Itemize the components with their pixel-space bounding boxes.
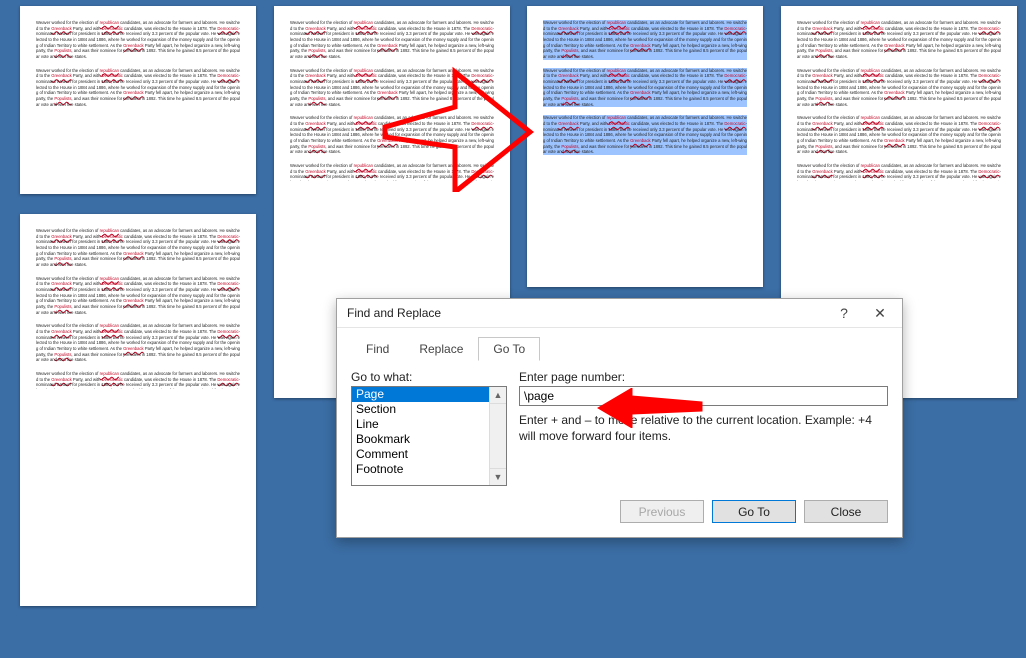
close-icon[interactable]: ✕ — [862, 302, 898, 324]
list-item[interactable]: Comment — [352, 447, 506, 462]
list-item[interactable]: Page — [352, 387, 506, 402]
find-replace-dialog: Find and Replace ? ✕ Find Replace Go To … — [336, 298, 903, 538]
doc-page-3-selected[interactable]: Weaver worked for the election of republ… — [527, 6, 763, 287]
list-item[interactable]: Section — [352, 402, 506, 417]
list-item[interactable]: Line — [352, 417, 506, 432]
tab-goto[interactable]: Go To — [478, 337, 540, 361]
tab-replace[interactable]: Replace — [404, 337, 478, 361]
doc-page-5[interactable]: Weaver worked for the election of republ… — [20, 214, 256, 606]
list-item[interactable]: Bookmark — [352, 432, 506, 447]
page-number-input[interactable] — [519, 386, 888, 406]
list-item[interactable]: Footnote — [352, 462, 506, 477]
listbox-scrollbar[interactable]: ▲ ▼ — [489, 387, 506, 485]
close-button[interactable]: Close — [804, 500, 888, 523]
goto-help-text: Enter + and – to move relative to the cu… — [519, 412, 888, 444]
goto-button[interactable]: Go To — [712, 500, 796, 523]
previous-button: Previous — [620, 500, 704, 523]
help-button[interactable]: ? — [826, 302, 862, 324]
scroll-up-icon[interactable]: ▲ — [490, 387, 506, 404]
workspace: Weaver worked for the election of republ… — [0, 0, 1026, 658]
doc-page-1[interactable]: Weaver worked for the election of republ… — [20, 6, 256, 194]
goto-what-label: Go to what: — [351, 370, 507, 384]
dialog-titlebar: Find and Replace ? ✕ — [337, 299, 902, 328]
goto-what-listbox[interactable]: Page Section Line Bookmark Comment Footn… — [351, 386, 507, 486]
dialog-tabs: Find Replace Go To — [337, 328, 902, 360]
scroll-down-icon[interactable]: ▼ — [490, 468, 506, 485]
page-number-label: Enter page number: — [519, 370, 888, 384]
dialog-title: Find and Replace — [347, 306, 826, 320]
tab-find[interactable]: Find — [351, 337, 404, 361]
